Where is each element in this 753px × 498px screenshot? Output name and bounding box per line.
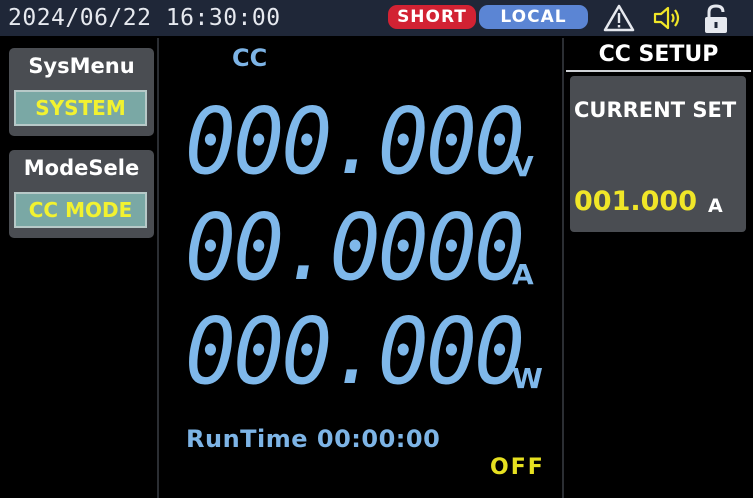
modesele-card[interactable]: ModeSele CC MODE xyxy=(9,150,154,238)
sysmenu-title: SysMenu xyxy=(28,54,135,78)
output-state[interactable]: OFF xyxy=(490,455,545,480)
cc-mode-button[interactable]: CC MODE xyxy=(14,192,147,228)
datetime-display: 2024/06/22 16:30:00 xyxy=(8,5,281,31)
local-badge[interactable]: LOCAL xyxy=(479,5,588,29)
current-set-unit: A xyxy=(708,195,723,217)
warning-icon xyxy=(603,4,635,32)
runtime-display: RunTime 00:00:00 xyxy=(186,425,441,453)
sysmenu-card[interactable]: SysMenu SYSTEM xyxy=(9,48,154,136)
current-readout: 00.0000 xyxy=(185,194,525,301)
modesele-title: ModeSele xyxy=(23,156,140,180)
current-unit: A xyxy=(512,258,534,291)
current-set-label: CURRENT SET xyxy=(574,98,737,122)
unlock-icon[interactable] xyxy=(702,3,730,35)
short-badge: SHORT xyxy=(388,5,476,29)
power-unit: W xyxy=(512,362,543,395)
mode-indicator: CC xyxy=(232,44,268,72)
power-readout: 000.000 xyxy=(185,298,525,405)
setup-title: CC SETUP xyxy=(566,40,751,72)
system-button[interactable]: SYSTEM xyxy=(14,90,147,126)
status-bar: 2024/06/22 16:30:00 SHORT LOCAL xyxy=(0,0,753,36)
voltage-unit: V xyxy=(512,150,534,183)
speaker-icon[interactable] xyxy=(651,3,685,33)
voltage-readout: 000.000 xyxy=(185,88,525,195)
current-set-value[interactable]: 001.000 xyxy=(574,186,697,217)
